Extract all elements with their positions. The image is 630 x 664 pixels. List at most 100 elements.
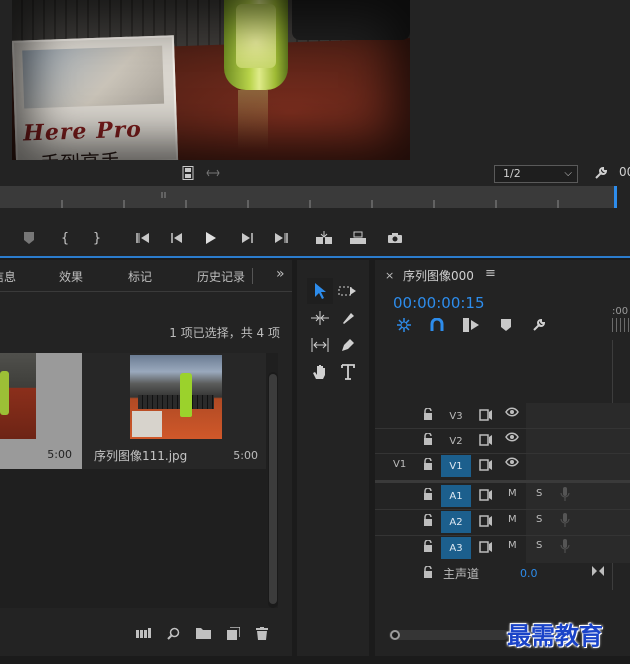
master-track: 主声道 0.0 bbox=[375, 562, 630, 584]
dots-icon[interactable] bbox=[206, 166, 220, 180]
track-select-tool-icon[interactable] bbox=[335, 278, 361, 304]
zoom-select[interactable]: 1/2 ⌵ bbox=[494, 165, 578, 183]
lock-icon[interactable] bbox=[423, 458, 433, 470]
clip-thumbnail bbox=[0, 353, 36, 439]
lock-icon[interactable] bbox=[423, 566, 433, 578]
solo-button[interactable]: S bbox=[536, 540, 542, 551]
add-marker-icon[interactable] bbox=[497, 316, 515, 334]
type-tool-icon[interactable] bbox=[335, 359, 361, 385]
double-chevron-right-icon[interactable]: » bbox=[276, 266, 285, 282]
toggle-sync-icon[interactable] bbox=[479, 541, 493, 553]
pen-tool-icon[interactable] bbox=[335, 332, 361, 358]
toggle-sync-icon[interactable] bbox=[479, 515, 493, 527]
eye-icon[interactable] bbox=[505, 432, 519, 442]
playhead-timecode[interactable]: 00:00:00:15 bbox=[393, 294, 485, 312]
tab-effects[interactable]: 效果 bbox=[59, 268, 83, 285]
insert-icon[interactable] bbox=[314, 222, 334, 254]
mute-button[interactable]: M bbox=[508, 540, 517, 551]
solo-button[interactable]: S bbox=[536, 488, 542, 499]
track-v1: V1 V1 bbox=[375, 454, 526, 478]
master-volume-value[interactable]: 0.0 bbox=[520, 567, 538, 580]
timeline-panel: × 序列图像000 ≡ 00:00:00:15 :00 V3 V2 V1 V1 bbox=[375, 260, 630, 656]
timeline-zoom-scrollbar[interactable] bbox=[389, 630, 509, 640]
lock-icon[interactable] bbox=[423, 433, 433, 445]
microphone-icon[interactable] bbox=[560, 539, 570, 553]
step-back-icon[interactable] bbox=[168, 222, 186, 254]
track-a3: A3 M S bbox=[375, 536, 605, 560]
find-icon[interactable] bbox=[164, 624, 182, 642]
selection-tool-icon[interactable] bbox=[307, 278, 333, 304]
track-label[interactable]: V1 bbox=[441, 455, 471, 477]
track-label[interactable]: V2 bbox=[441, 430, 471, 452]
lock-icon[interactable] bbox=[423, 408, 433, 420]
project-scrollbar[interactable] bbox=[268, 372, 278, 608]
step-forward-icon[interactable] bbox=[238, 222, 256, 254]
tools-panel bbox=[297, 260, 369, 656]
toggle-sync-icon[interactable] bbox=[479, 434, 493, 446]
go-to-in-icon[interactable] bbox=[134, 222, 152, 254]
toggle-sync-icon[interactable] bbox=[479, 409, 493, 421]
ripple-edit-tool-icon[interactable] bbox=[307, 305, 333, 331]
linked-selection-icon[interactable] bbox=[462, 316, 480, 334]
bin-icon-view: 5:00 序列图像111.jpg 5:00 bbox=[0, 353, 278, 608]
source-patch-label[interactable]: V1 bbox=[393, 459, 406, 470]
marker-icon[interactable] bbox=[22, 222, 36, 254]
scrollbar-thumb[interactable] bbox=[269, 374, 277, 604]
video-preview: Here Pro 手到高手 bbox=[12, 0, 410, 160]
mark-in-icon[interactable]: { bbox=[58, 222, 72, 254]
camera-icon[interactable] bbox=[386, 222, 404, 254]
mark-out-icon[interactable]: } bbox=[90, 222, 104, 254]
lock-icon[interactable] bbox=[423, 514, 433, 526]
sort-icon[interactable] bbox=[134, 624, 154, 642]
solo-button[interactable]: S bbox=[536, 514, 542, 525]
tab-history[interactable]: 历史记录 bbox=[197, 268, 245, 285]
thumb-book bbox=[132, 411, 162, 437]
toggle-sync-icon[interactable] bbox=[479, 459, 493, 471]
film-icon[interactable] bbox=[181, 165, 195, 181]
wrench-icon[interactable] bbox=[530, 316, 548, 334]
close-icon[interactable]: × bbox=[385, 269, 394, 282]
program-monitor: Here Pro 手到高手 1/2 ⌵ 00 bbox=[0, 0, 630, 258]
track-label[interactable]: A3 bbox=[441, 537, 471, 559]
track-v3: V3 bbox=[375, 404, 526, 428]
new-item-icon[interactable] bbox=[224, 624, 242, 642]
clip-item[interactable]: 序列图像111.jpg 5:00 bbox=[82, 353, 266, 469]
scrub-ruler bbox=[61, 192, 559, 208]
monitor-timecode: 00 bbox=[619, 165, 630, 179]
sequence-tab[interactable]: 序列图像000 bbox=[403, 267, 474, 284]
track-label[interactable]: A2 bbox=[441, 511, 471, 533]
overwrite-icon[interactable] bbox=[348, 222, 368, 254]
lock-icon[interactable] bbox=[423, 540, 433, 552]
folder-icon[interactable] bbox=[194, 624, 212, 642]
toggle-sync-icon[interactable] bbox=[479, 489, 493, 501]
play-icon[interactable] bbox=[202, 222, 220, 254]
thumb-bottle bbox=[180, 373, 192, 417]
out-point-marker[interactable] bbox=[614, 186, 617, 208]
master-track-label: 主声道 bbox=[443, 567, 480, 581]
tab-markers[interactable]: 标记 bbox=[128, 268, 152, 285]
slip-tool-icon[interactable] bbox=[307, 332, 333, 358]
track-label[interactable]: V3 bbox=[441, 405, 471, 427]
mute-button[interactable]: M bbox=[508, 488, 517, 499]
tab-info[interactable]: 信息 bbox=[0, 268, 16, 285]
thumb-keyboard bbox=[138, 395, 214, 409]
clip-item[interactable]: 5:00 bbox=[0, 353, 82, 469]
go-to-end-icon[interactable] bbox=[591, 565, 605, 577]
wrench-icon[interactable] bbox=[593, 165, 609, 181]
eye-icon[interactable] bbox=[505, 407, 519, 417]
menu-icon[interactable]: ≡ bbox=[485, 266, 496, 281]
mute-button[interactable]: M bbox=[508, 514, 517, 525]
go-to-out-icon[interactable] bbox=[272, 222, 290, 254]
magnet-icon[interactable] bbox=[428, 316, 446, 334]
razor-tool-icon[interactable] bbox=[335, 305, 361, 331]
zoom-handle[interactable] bbox=[390, 630, 400, 640]
time-ruler[interactable] bbox=[612, 318, 630, 332]
trash-icon[interactable] bbox=[253, 624, 271, 642]
snap-nest-icon[interactable] bbox=[395, 316, 413, 334]
hand-tool-icon[interactable] bbox=[307, 359, 333, 385]
microphone-icon[interactable] bbox=[560, 513, 570, 527]
eye-icon[interactable] bbox=[505, 457, 519, 467]
microphone-icon[interactable] bbox=[560, 487, 570, 501]
track-label[interactable]: A1 bbox=[441, 485, 471, 507]
lock-icon[interactable] bbox=[423, 488, 433, 500]
